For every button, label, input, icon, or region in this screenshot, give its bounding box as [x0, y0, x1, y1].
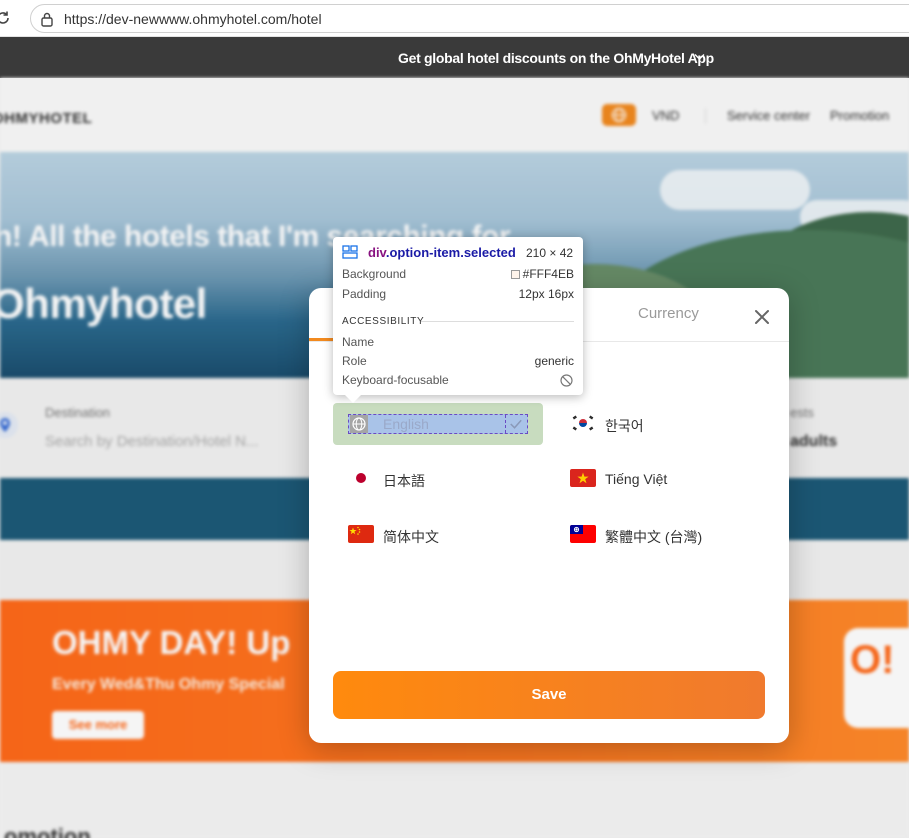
tooltip-role-label: Role — [342, 354, 367, 368]
language-label: English — [383, 416, 429, 432]
tooltip-keyboard-label: Keyboard-focusable — [342, 373, 449, 387]
check-icon — [505, 415, 522, 433]
flag-tw-icon — [570, 525, 596, 543]
language-label: 한국어 — [605, 418, 644, 434]
tooltip-padding-label: Padding — [342, 287, 387, 301]
chevron-down-icon[interactable] — [694, 53, 705, 61]
tooltip-background-value: #FFF4EB — [510, 267, 574, 281]
site-info-icon[interactable] — [40, 11, 54, 27]
flag-kr-icon — [570, 414, 596, 432]
address-bar[interactable]: https://dev-newwww.ohmyhotel.com/hotel — [30, 4, 909, 33]
tooltip-role-value: generic — [534, 354, 574, 368]
language-label: 简体中文 — [383, 529, 439, 545]
tooltip-padding-value: 12px 16px — [518, 287, 574, 301]
tooltip-name-label: Name — [342, 335, 375, 349]
app-promo-bar[interactable]: Get global hotel discounts on the OhMyHo… — [0, 37, 909, 78]
tooltip-section-heading: ACCESSIBILITY — [342, 316, 425, 327]
tab-currency[interactable]: Currency — [638, 305, 699, 322]
tooltip-size: 210 × 42 — [526, 246, 574, 260]
language-label: 繁體中文 (台灣) — [605, 529, 703, 545]
language-option-english[interactable]: English — [333, 403, 543, 445]
app-promo-text: Get global hotel discounts on the OhMyHo… — [398, 50, 714, 66]
flag-cn-icon — [348, 525, 374, 543]
inspect-highlight — [348, 414, 528, 434]
globe-icon — [350, 415, 368, 433]
save-button[interactable]: Save — [333, 671, 765, 719]
flag-jp-icon — [348, 469, 374, 487]
language-option-simplified-chinese[interactable]: 简体中文 — [333, 514, 543, 556]
language-label: Tiếng Việt — [605, 471, 668, 487]
tooltip-selector: div.option-item.selected — [368, 245, 516, 260]
background-hex: #FFF4EB — [522, 267, 574, 281]
language-option-korean[interactable]: 한국어 — [555, 403, 765, 445]
language-option-traditional-chinese[interactable]: 繁體中文 (台灣) — [555, 514, 765, 556]
browser-toolbar: https://dev-newwww.ohmyhotel.com/hotel — [0, 0, 909, 37]
language-option-japanese[interactable]: 日本語 — [333, 458, 543, 500]
color-swatch — [510, 270, 520, 279]
tooltip-divider — [421, 321, 574, 322]
flag-vn-icon — [570, 469, 596, 487]
tooltip-classes: .option-item.selected — [385, 245, 516, 260]
tooltip-background-label: Background — [342, 267, 407, 281]
devtools-inspect-tooltip: div.option-item.selected 210 × 42 Backgr… — [333, 237, 583, 403]
language-option-vietnamese[interactable]: Tiếng Việt — [555, 458, 765, 500]
url-text: https://dev-newwww.ohmyhotel.com/hotel — [64, 11, 322, 27]
not-focusable-icon — [560, 374, 573, 387]
grid-layout-icon — [342, 245, 358, 259]
tooltip-tag: div — [368, 245, 386, 260]
reload-icon[interactable] — [0, 9, 12, 27]
language-label: 日本語 — [383, 473, 425, 489]
close-icon[interactable] — [753, 308, 771, 326]
